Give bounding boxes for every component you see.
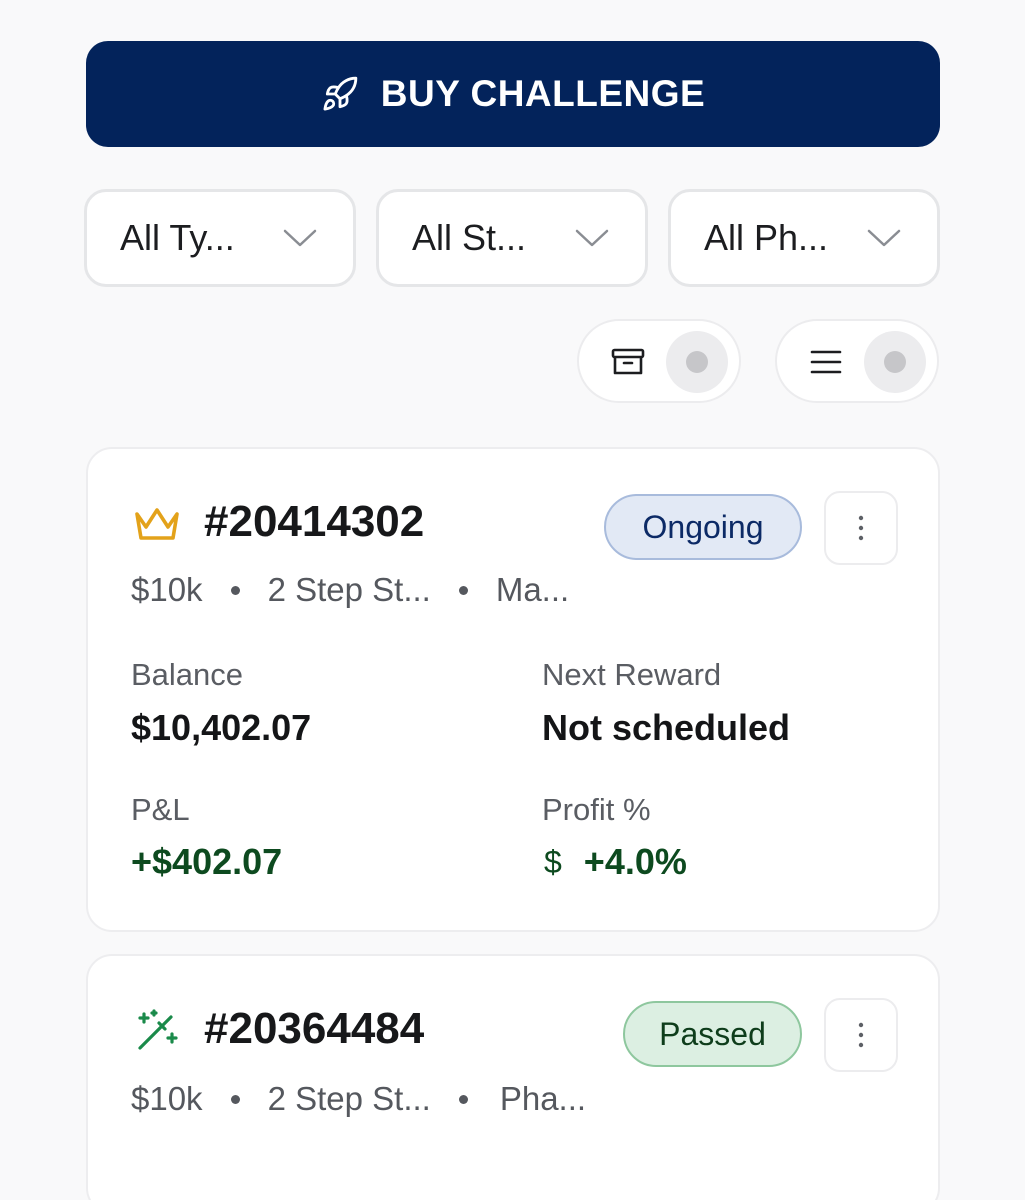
chevron-down-icon (283, 229, 317, 247)
balance-label: Balance (131, 657, 244, 692)
challenges-page: BUY CHALLENGE All Ty... All St... All Ph… (0, 0, 1025, 1200)
account-card[interactable]: #20414302 Ongoing $10k 2 Step St... Ma..… (86, 447, 940, 932)
account-phase: Pha... (499, 1080, 587, 1117)
profit-percent: $ +4.0% (544, 841, 687, 883)
more-vertical-icon (858, 515, 864, 541)
account-card[interactable]: #20364484 Passed $10k 2 Step St... Pha..… (86, 954, 940, 1200)
status-badge: Ongoing (604, 494, 802, 560)
account-id: #20414302 (204, 497, 425, 546)
chevron-down-icon (867, 229, 901, 247)
buy-challenge-button[interactable]: BUY CHALLENGE (86, 41, 940, 147)
separator-dot (230, 585, 240, 595)
more-vertical-icon (858, 1022, 864, 1048)
account-size: $10k (131, 1080, 203, 1117)
type-filter-select[interactable]: All Ty... (84, 189, 356, 287)
profit-percent-value: +4.0% (583, 841, 687, 882)
archive-toggle[interactable] (577, 319, 741, 403)
account-meta: $10k 2 Step St... Ma... (131, 571, 569, 609)
account-phase: Ma... (495, 571, 570, 608)
next-reward-label: Next Reward (542, 657, 722, 692)
list-view-toggle[interactable] (775, 319, 939, 403)
chevron-down-icon (575, 229, 609, 247)
rocket-icon (323, 76, 358, 111)
type-filter-value: All Ty... (120, 217, 235, 258)
separator-dot (230, 1094, 240, 1104)
archive-icon (611, 348, 645, 375)
pnl-value: +$402.07 (131, 841, 283, 882)
profit-percent-label: Profit % (542, 792, 651, 827)
list-icon (810, 350, 842, 374)
buy-challenge-label: BUY CHALLENGE (380, 73, 706, 114)
pnl-label: P&L (131, 792, 190, 827)
phase-filter-select[interactable]: All Ph... (668, 189, 940, 287)
account-type: 2 Step St... (267, 571, 431, 608)
separator-dot (458, 585, 468, 595)
crown-icon (135, 508, 179, 540)
status-filter-value: All St... (412, 217, 527, 258)
account-type: 2 Step St... (267, 1080, 431, 1117)
separator-dot (458, 1094, 468, 1104)
magic-wand-icon (138, 1009, 178, 1050)
next-reward-value: Not scheduled (542, 707, 791, 748)
more-options-button[interactable] (824, 998, 898, 1072)
account-size: $10k (131, 571, 203, 608)
list-view-toggle-knob[interactable] (864, 331, 926, 393)
account-meta: $10k 2 Step St... Pha... (131, 1080, 586, 1118)
account-id: #20364484 (204, 1004, 425, 1053)
status-badge: Passed (623, 1001, 802, 1067)
more-options-button[interactable] (824, 491, 898, 565)
dollar-icon: $ (544, 843, 562, 880)
balance-value: $10,402.07 (131, 707, 312, 748)
status-filter-select[interactable]: All St... (376, 189, 648, 287)
phase-filter-value: All Ph... (704, 217, 829, 258)
archive-toggle-knob[interactable] (666, 331, 728, 393)
